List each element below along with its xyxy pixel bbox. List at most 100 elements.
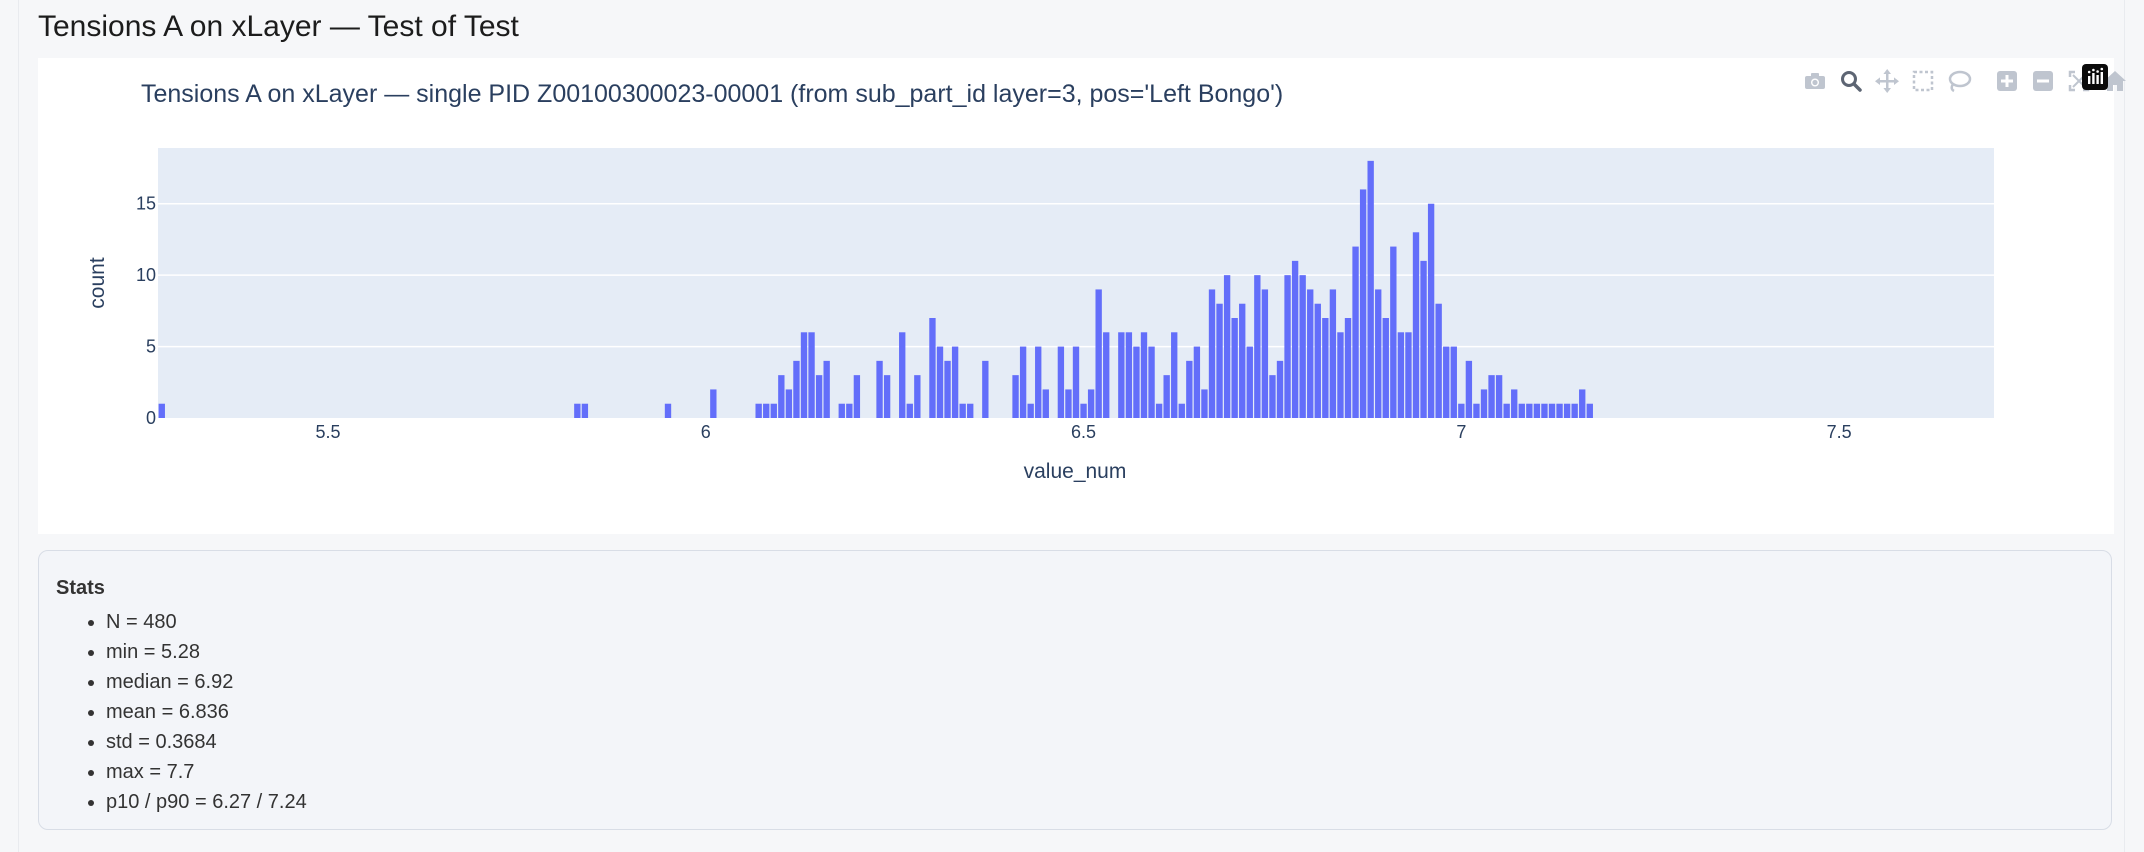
- histogram-bar[interactable]: [914, 375, 921, 418]
- histogram-bar[interactable]: [936, 346, 944, 418]
- histogram-bar[interactable]: [1019, 346, 1027, 418]
- histogram-bar[interactable]: [1465, 360, 1473, 418]
- histogram-bar[interactable]: [1458, 403, 1465, 418]
- zoom-icon[interactable]: [1836, 66, 1866, 96]
- histogram-bar[interactable]: [1299, 275, 1306, 418]
- histogram-bar[interactable]: [1548, 403, 1556, 418]
- histogram-bar[interactable]: [1367, 160, 1374, 418]
- histogram-bar[interactable]: [1533, 403, 1541, 418]
- histogram-bar[interactable]: [1027, 403, 1034, 418]
- histogram-bar[interactable]: [1239, 303, 1246, 418]
- histogram-bar[interactable]: [1443, 346, 1450, 418]
- histogram-bar[interactable]: [1322, 318, 1329, 418]
- histogram-bar[interactable]: [1291, 260, 1299, 418]
- histogram-bar[interactable]: [1080, 403, 1087, 418]
- histogram-bar[interactable]: [1307, 289, 1314, 418]
- histogram-bar[interactable]: [1246, 346, 1253, 418]
- histogram-bar[interactable]: [1390, 246, 1397, 418]
- histogram-bar[interactable]: [899, 332, 906, 418]
- histogram-bar[interactable]: [1208, 289, 1216, 418]
- histogram-bar[interactable]: [581, 403, 589, 418]
- histogram-bar[interactable]: [574, 403, 581, 418]
- histogram-bar[interactable]: [1103, 332, 1110, 418]
- histogram-bar[interactable]: [1397, 332, 1405, 418]
- histogram-bar[interactable]: [967, 403, 974, 418]
- histogram-bar[interactable]: [1216, 303, 1223, 418]
- zoom-in-icon[interactable]: [1992, 66, 2022, 96]
- histogram-bar[interactable]: [906, 403, 913, 418]
- box-select-icon[interactable]: [1908, 66, 1938, 96]
- histogram-bar[interactable]: [1412, 232, 1420, 418]
- histogram-bar[interactable]: [1261, 289, 1269, 418]
- histogram-bar[interactable]: [1375, 289, 1382, 418]
- histogram-bar[interactable]: [1518, 403, 1525, 418]
- plotly-logo-icon[interactable]: [2082, 64, 2108, 90]
- histogram-bar[interactable]: [1140, 332, 1148, 418]
- histogram-bar[interactable]: [1125, 332, 1133, 418]
- histogram-bar[interactable]: [770, 403, 777, 418]
- histogram-bar[interactable]: [664, 403, 672, 418]
- zoom-out-icon[interactable]: [2028, 66, 2058, 96]
- histogram-bar[interactable]: [1231, 318, 1238, 418]
- histogram-bar[interactable]: [1337, 332, 1344, 418]
- histogram-bar[interactable]: [944, 360, 951, 418]
- histogram-bar[interactable]: [959, 403, 966, 418]
- histogram-bar[interactable]: [951, 346, 959, 418]
- histogram-bar[interactable]: [1435, 303, 1442, 418]
- histogram-bar[interactable]: [1223, 275, 1231, 418]
- histogram-bar[interactable]: [1344, 318, 1352, 418]
- histogram-bar[interactable]: [755, 403, 762, 418]
- camera-icon[interactable]: [1800, 66, 1830, 96]
- histogram-bar[interactable]: [1012, 375, 1019, 418]
- histogram-bar[interactable]: [785, 389, 793, 418]
- histogram-bar[interactable]: [876, 360, 883, 418]
- histogram-bar[interactable]: [1480, 389, 1488, 418]
- histogram-bar[interactable]: [1095, 289, 1102, 418]
- histogram-bar[interactable]: [1359, 189, 1367, 418]
- histogram-bar[interactable]: [1133, 346, 1140, 418]
- histogram-bar[interactable]: [1450, 346, 1457, 418]
- histogram-chart[interactable]: 5.5 6 6.5 7 7.5 0 5 10 15 Tensions A on xLayer …: [38, 58, 2114, 534]
- histogram-bar[interactable]: [1526, 403, 1533, 418]
- histogram-bar[interactable]: [1382, 318, 1389, 418]
- histogram-bar[interactable]: [1563, 403, 1571, 418]
- histogram-bar[interactable]: [1352, 246, 1359, 418]
- histogram-bar[interactable]: [800, 332, 808, 418]
- histogram-bar[interactable]: [1072, 346, 1080, 418]
- histogram-bar[interactable]: [1488, 375, 1495, 418]
- histogram-bar[interactable]: [1065, 389, 1072, 418]
- histogram-bar[interactable]: [1148, 346, 1155, 418]
- histogram-bar[interactable]: [1571, 403, 1578, 418]
- histogram-bar[interactable]: [1087, 389, 1095, 418]
- histogram-bar[interactable]: [853, 375, 861, 418]
- histogram-bar[interactable]: [1556, 403, 1563, 418]
- histogram-bar[interactable]: [1541, 403, 1548, 418]
- histogram-bar[interactable]: [1035, 346, 1042, 418]
- histogram-bar[interactable]: [1178, 403, 1185, 418]
- histogram-bar[interactable]: [763, 403, 770, 418]
- histogram-bar[interactable]: [1511, 389, 1518, 418]
- histogram-bar[interactable]: [1042, 389, 1049, 418]
- histogram-bar[interactable]: [1163, 375, 1170, 418]
- histogram-bar[interactable]: [1503, 403, 1510, 418]
- histogram-bar[interactable]: [1420, 260, 1427, 418]
- histogram-bar[interactable]: [778, 375, 785, 418]
- histogram-bar[interactable]: [838, 403, 845, 418]
- histogram-bar[interactable]: [1193, 346, 1201, 418]
- histogram-bar[interactable]: [808, 332, 815, 418]
- histogram-bar[interactable]: [1284, 275, 1291, 418]
- histogram-bar[interactable]: [1495, 375, 1503, 418]
- histogram-bar[interactable]: [1186, 360, 1193, 418]
- histogram-bar[interactable]: [883, 375, 891, 418]
- histogram-bar[interactable]: [1155, 403, 1163, 418]
- histogram-bar[interactable]: [1586, 403, 1593, 418]
- histogram-bar[interactable]: [1427, 203, 1435, 418]
- histogram-bar[interactable]: [1254, 275, 1261, 418]
- histogram-bar[interactable]: [1201, 389, 1208, 418]
- histogram-bar[interactable]: [1171, 332, 1178, 418]
- histogram-bar[interactable]: [1314, 303, 1321, 418]
- histogram-bar[interactable]: [982, 360, 989, 418]
- histogram-bar[interactable]: [1473, 403, 1480, 418]
- histogram-bar[interactable]: [1579, 389, 1586, 418]
- histogram-bar[interactable]: [710, 389, 717, 418]
